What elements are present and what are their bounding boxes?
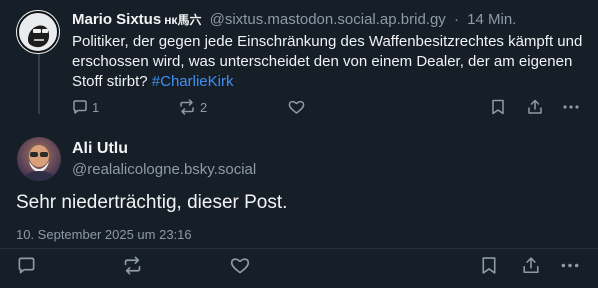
bookmark-icon xyxy=(482,257,496,274)
avatar-illustration-icon xyxy=(16,10,60,54)
heart-icon xyxy=(230,258,250,274)
parent-author-handle[interactable]: @sixtus.mastodon.social.ap.brid.gy xyxy=(210,11,446,28)
parent-post-body: Politiker, der gegen jede Einschränkung … xyxy=(72,33,583,90)
reply-share-button[interactable] xyxy=(522,256,540,275)
parent-reply-count: 1 xyxy=(92,99,100,115)
share-icon xyxy=(523,257,539,274)
repost-arrows-icon xyxy=(124,256,141,275)
reply-post-date: 10. September 2025 um 23:16 xyxy=(16,227,192,242)
speech-bubble-icon xyxy=(18,257,35,274)
speech-bubble-icon xyxy=(73,100,87,114)
reply-repost-button[interactable] xyxy=(122,256,143,275)
parent-bookmark-button[interactable] xyxy=(491,99,505,115)
more-horizontal-icon xyxy=(561,263,579,268)
parent-author-name[interactable]: Mario Sixtus xyxy=(72,11,161,28)
parent-repost-count: 2 xyxy=(200,99,208,115)
parent-reply-button[interactable]: 1 xyxy=(72,99,99,115)
reply-reply-button[interactable] xyxy=(17,256,36,275)
reply-author-handle[interactable]: @realalicologne.bsky.social xyxy=(72,161,256,178)
parent-author-avatar[interactable] xyxy=(16,10,60,54)
meta-separator: · xyxy=(453,11,459,28)
parent-repost-button[interactable]: 2 xyxy=(178,99,207,115)
reply-author-avatar[interactable] xyxy=(17,137,61,181)
thread-connector-line xyxy=(38,54,40,114)
heart-icon xyxy=(288,100,305,114)
bookmark-icon xyxy=(492,99,504,115)
parent-like-button[interactable] xyxy=(288,99,305,115)
hashtag-link[interactable]: #CharlieKirk xyxy=(152,73,234,90)
divider xyxy=(0,248,598,249)
parent-share-button[interactable] xyxy=(527,99,543,115)
parent-post-text[interactable]: Politiker, der gegen jede Einschränkung … xyxy=(72,32,592,92)
parent-post-header: Mario Sixtus нк馬六 @sixtus.mastodon.social… xyxy=(72,10,516,30)
reply-more-button[interactable] xyxy=(560,256,580,275)
parent-post-time[interactable]: 14 Min. xyxy=(467,11,516,28)
share-icon xyxy=(528,99,542,114)
parent-author-badge: нк馬六 xyxy=(164,13,202,27)
parent-more-button[interactable] xyxy=(562,99,580,115)
reply-like-button[interactable] xyxy=(230,256,250,275)
reply-post-text: Sehr niederträchtig, dieser Post. xyxy=(16,192,288,213)
avatar-photo-icon xyxy=(17,137,61,181)
repost-arrows-icon xyxy=(180,99,194,115)
reply-author-name[interactable]: Ali Utlu xyxy=(72,140,128,158)
more-horizontal-icon xyxy=(563,105,579,109)
reply-bookmark-button[interactable] xyxy=(481,256,497,275)
